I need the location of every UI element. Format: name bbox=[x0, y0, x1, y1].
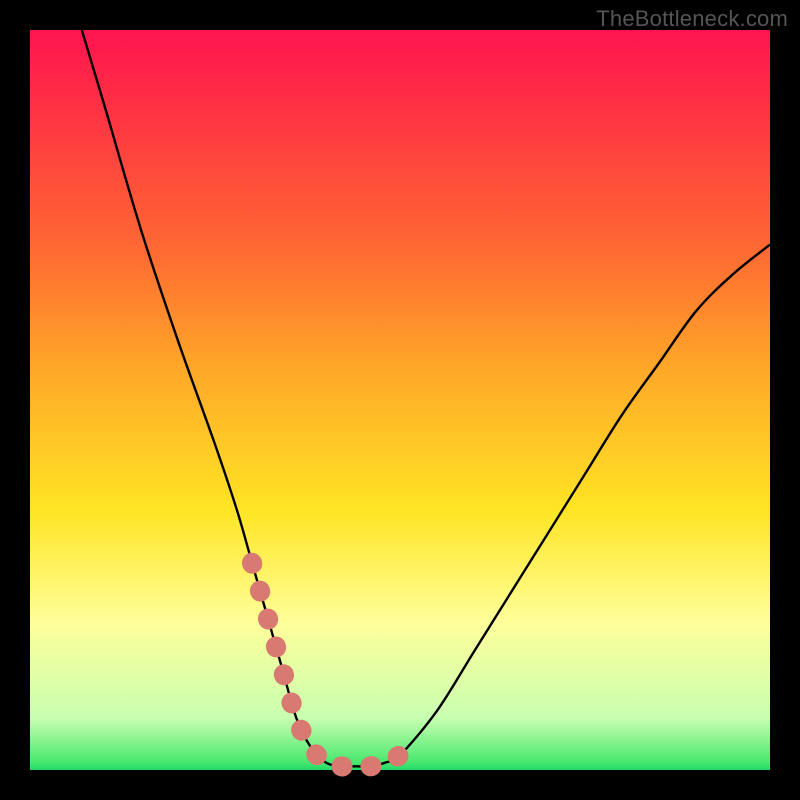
bottleneck-curve bbox=[82, 30, 770, 767]
chart-frame: TheBottleneck.com bbox=[0, 0, 800, 800]
watermark-text: TheBottleneck.com bbox=[596, 6, 788, 32]
highlight-markers bbox=[252, 563, 400, 767]
curve-svg bbox=[30, 30, 770, 770]
plot-area bbox=[30, 30, 770, 770]
